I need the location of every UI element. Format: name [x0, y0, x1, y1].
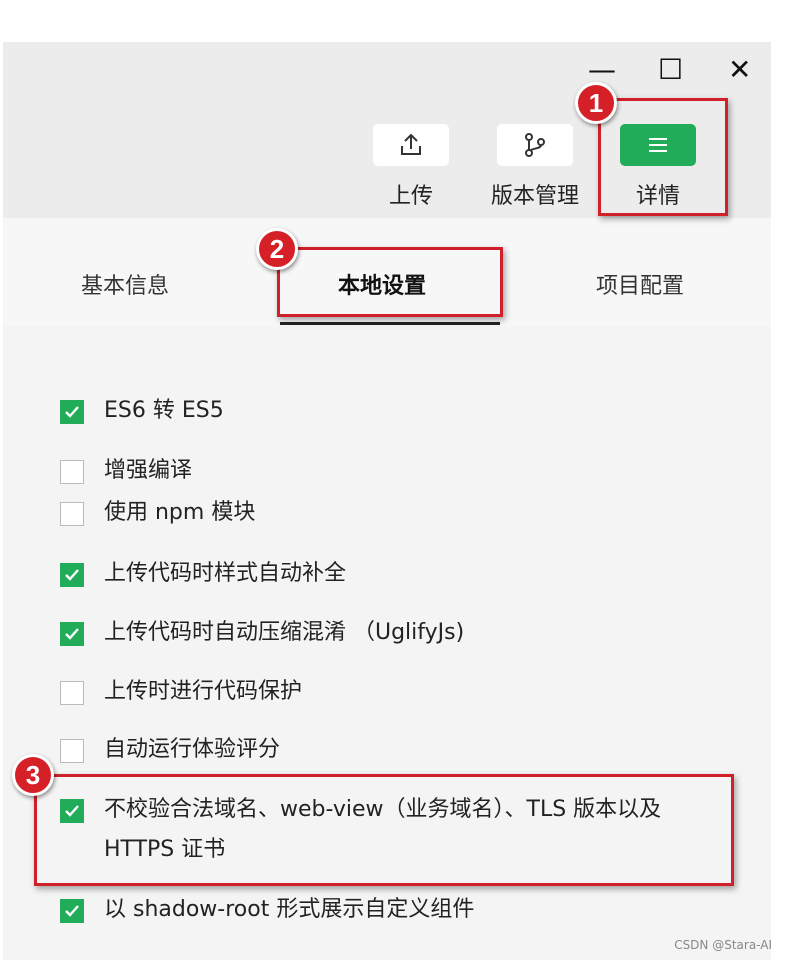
option-label: 自动运行体验评分 — [104, 737, 281, 762]
tab-basic-info[interactable]: 基本信息 — [81, 268, 169, 300]
option-code-protect[interactable]: 上传时进行代码保护 — [60, 679, 704, 712]
checkbox-checked-icon[interactable] — [60, 400, 84, 424]
checkbox-unchecked-icon[interactable] — [60, 681, 84, 705]
version-label: 版本管理 — [490, 184, 579, 209]
checkbox-checked-icon[interactable] — [60, 563, 84, 587]
option-label: 增强编译 — [104, 458, 193, 483]
upload-label: 上传 — [388, 184, 433, 209]
option-shadow-root[interactable]: 以 shadow-root 形式展示自定义组件 — [60, 897, 704, 930]
annotation-box-local-settings — [277, 247, 503, 317]
checkbox-unchecked-icon[interactable] — [60, 739, 84, 763]
option-auto-score[interactable]: 自动运行体验评分 — [60, 737, 704, 770]
checkbox-checked-icon[interactable] — [60, 899, 84, 923]
close-icon[interactable]: ✕ — [728, 56, 751, 84]
active-tab-indicator — [280, 322, 500, 325]
upload-icon — [401, 133, 421, 155]
option-label: 使用 npm 模块 — [104, 500, 256, 525]
upload-button[interactable] — [373, 124, 449, 166]
annotation-box-domain-check — [34, 774, 734, 886]
option-label: 上传代码时样式自动补全 — [104, 561, 347, 586]
option-label: 上传时进行代码保护 — [104, 679, 303, 704]
branch-icon — [525, 133, 545, 157]
option-label: ES6 转 ES5 — [104, 398, 224, 423]
option-label: 以 shadow-root 形式展示自定义组件 — [104, 897, 475, 922]
annotation-badge-3: 3 — [12, 754, 54, 796]
annotation-badge-1: 1 — [575, 82, 617, 124]
option-npm[interactable]: 使用 npm 模块 — [60, 500, 704, 533]
checkbox-unchecked-icon[interactable] — [60, 460, 84, 484]
minimize-icon[interactable]: — — [588, 56, 616, 84]
checkbox-checked-icon[interactable] — [60, 622, 84, 646]
option-enhanced-compile[interactable]: 增强编译 — [60, 458, 704, 491]
watermark: CSDN @Stara-AI — [674, 938, 772, 952]
annotation-box-details — [598, 98, 728, 216]
option-label: 上传代码时自动压缩混淆 （UglifyJs) — [104, 620, 465, 645]
version-button[interactable] — [497, 124, 573, 166]
tab-project-config[interactable]: 项目配置 — [596, 268, 684, 300]
option-es6[interactable]: ES6 转 ES5 — [60, 398, 704, 431]
option-minify[interactable]: 上传代码时自动压缩混淆 （UglifyJs) — [60, 620, 704, 653]
option-style-autocomplete[interactable]: 上传代码时样式自动补全 — [60, 561, 704, 594]
maximize-icon[interactable]: ☐ — [658, 56, 683, 84]
annotation-badge-2: 2 — [256, 228, 298, 270]
checkbox-unchecked-icon[interactable] — [60, 502, 84, 526]
